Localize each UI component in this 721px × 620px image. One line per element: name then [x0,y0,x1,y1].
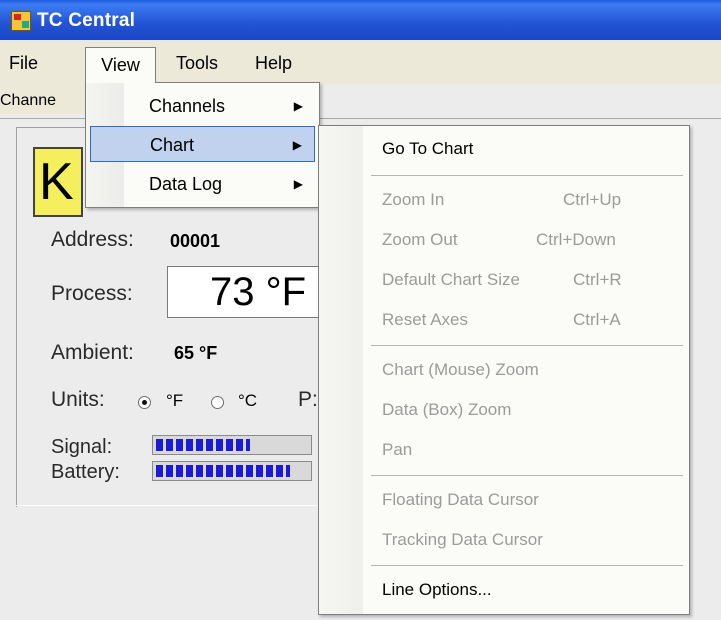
address-value: 00001 [170,231,221,251]
menu-item-label: Go To Chart [382,139,474,158]
chart-submenu: Go To Chart Zoom In Ctrl+Up Zoom Out Ctr… [318,125,690,615]
process-label: Process: [51,282,133,305]
units-label: Units: [51,388,105,411]
unit-fahrenheit-label: °F [166,391,184,410]
menu-item-label: Zoom Out [382,230,458,249]
data-box-zoom-item[interactable]: Data (Box) Zoom [319,390,689,430]
divider [16,505,321,506]
menu-item-label: Tracking Data Cursor [382,530,543,549]
menu-item-label: Channels [149,96,226,116]
menu-item-label: Pan [382,440,413,459]
ambient-label: Ambient: [51,341,134,364]
go-to-chart-item[interactable]: Go To Chart [319,129,689,169]
menu-item-shortcut: Ctrl+R [573,270,622,289]
battery-bar [152,461,312,481]
menu-item-label: Chart (Mouse) Zoom [382,360,539,379]
chart-mouse-zoom-item[interactable]: Chart (Mouse) Zoom [319,350,689,390]
thermocouple-type-badge: K [33,147,83,217]
signal-bar [152,435,312,455]
app-icon [11,11,31,31]
menu-separator [371,565,683,566]
menu-item-shortcut: Ctrl+Up [563,190,622,209]
signal-bar-fill [156,439,250,451]
ambient-value: 65 °F [174,343,218,363]
unit-fahrenheit-radio[interactable] [138,396,151,409]
view-menu: Channels ▶ Chart ▶ Data Log ▶ [85,82,320,208]
battery-bar-fill [156,465,290,477]
default-chart-size-item[interactable]: Default Chart Size Ctrl+R [319,260,689,300]
menu-item-label: Chart [150,135,195,155]
menu-item-label: Line Options... [382,580,492,599]
view-menu-data-log[interactable]: Data Log ▶ [90,166,315,202]
menu-item-shortcut: Ctrl+A [573,310,621,329]
partial-label: P: [298,388,318,411]
submenu-arrow-icon: ▶ [293,99,303,113]
menu-separator [371,475,683,476]
unit-celsius-label: °C [238,391,258,410]
menu-view[interactable]: View [85,47,156,83]
battery-label: Battery: [51,461,120,483]
submenu-arrow-icon: ▶ [292,138,302,152]
menu-tools[interactable]: Tools [176,45,218,81]
view-menu-chart[interactable]: Chart ▶ [90,126,315,162]
menu-item-label: Floating Data Cursor [382,490,539,509]
menu-item-label: Zoom In [382,190,445,209]
menu-item-label: Default Chart Size [382,270,520,289]
reset-axes-item[interactable]: Reset Axes Ctrl+A [319,300,689,340]
floating-data-cursor-item[interactable]: Floating Data Cursor [319,480,689,520]
tab-channels[interactable]: Channe [0,92,56,110]
tracking-data-cursor-item[interactable]: Tracking Data Cursor [319,520,689,560]
signal-label: Signal: [51,436,113,458]
menu-item-shortcut: Ctrl+Down [536,230,616,249]
menu-item-label: Data Log [149,174,223,194]
pan-item[interactable]: Pan [319,430,689,470]
menu-separator [371,175,683,176]
menu-separator [371,345,683,346]
menu-item-label: Reset Axes [382,310,468,329]
submenu-arrow-icon: ▶ [293,177,303,191]
window-title: TC Central [37,10,136,31]
address-label: Address: [51,228,134,251]
process-value: 73 °F [167,266,327,318]
menu-help[interactable]: Help [255,45,292,81]
zoom-in-item[interactable]: Zoom In Ctrl+Up [319,180,689,220]
menu-item-label: Data (Box) Zoom [382,400,512,419]
zoom-out-item[interactable]: Zoom Out Ctrl+Down [319,220,689,260]
title-bar: TC Central [0,0,721,40]
view-menu-channels[interactable]: Channels ▶ [90,88,315,124]
unit-celsius-radio[interactable] [211,396,224,409]
line-options-item[interactable]: Line Options... [319,570,689,610]
menu-file[interactable]: File [9,45,38,81]
